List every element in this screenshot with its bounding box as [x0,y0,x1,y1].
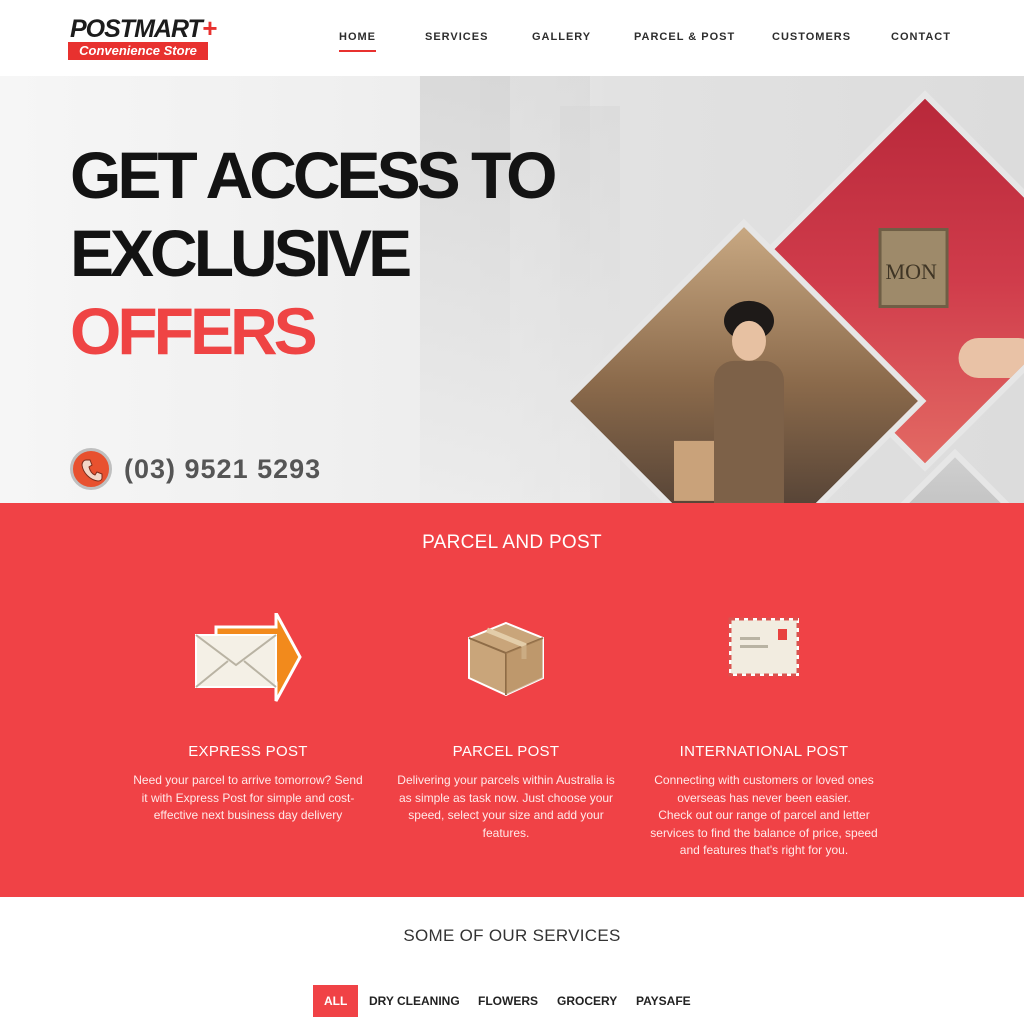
card-description-line: Need your parcel to arrive tomorrow? Sen… [133,773,363,787]
tab-flowers[interactable]: FLOWERS [478,985,538,1017]
card-title: PARCEL POST [452,743,560,760]
card-description: Need your parcel to arrive tomorrow? Sen… [118,772,378,825]
nav-contact[interactable]: CONTACT [891,31,951,43]
nav-gallery[interactable]: GALLERY [532,31,591,43]
phone-icon [70,448,112,490]
card-description: Delivering your parcels within Australia… [376,772,636,842]
card-description-line: speed, select your size and add your [408,808,604,822]
coat-shape [714,360,784,503]
card-title: INTERNATIONAL POST [679,743,849,760]
hero-banner: GET ACCESS TO EXCLUSIVE OFFERS (03) 9521… [0,76,1024,503]
site-header: POSTMART+ Convenience Store HOME SERVICE… [0,0,1024,76]
hero-headline-accent: OFFERS [70,294,318,368]
tab-paysafe[interactable]: PAYSAFE [636,985,691,1017]
airmail-envelope-icon [634,613,894,703]
hero-headline-line1: GET ACCESS TO [70,138,557,212]
nav-customers[interactable]: CUSTOMERS [772,31,851,43]
card-description-line: services to find the balance of price, s… [650,825,878,840]
logo-tagline: Convenience Store [68,42,208,60]
tab-grocery[interactable]: GROCERY [557,985,617,1017]
logo-wordmark: POSTMART+ [70,13,217,43]
services-heading: SOME OF OUR SERVICES [403,926,621,945]
card-description: Connecting with customers or loved ones … [634,772,894,860]
nav-parcel-post[interactable]: PARCEL & POST [634,31,735,43]
card-description-line: it with Express Post for simple and cost… [141,790,355,805]
nav-services[interactable]: SERVICES [425,31,488,43]
face-shape [732,320,766,361]
parcel-post-section: PARCEL AND POST EXPRESS POST Need your p… [0,503,1024,897]
parcel-heading: PARCEL AND POST [422,532,602,553]
hand-photo [958,338,1024,379]
express-post-card[interactable]: EXPRESS POST Need your parcel to arrive … [118,612,378,825]
mailbox-plate-text: MON [885,259,937,285]
postmart-logo[interactable]: POSTMART+ Convenience Store [68,14,217,62]
card-description-line: overseas has never been easier. [677,790,851,805]
shopping-bag-shape [674,440,714,501]
parcel-box-icon [376,613,636,703]
card-description-line: effective next business day delivery [153,808,343,822]
international-post-card[interactable]: INTERNATIONAL POST Connecting with custo… [634,613,894,860]
card-description-line: Check out our range of parcel and letter [658,808,870,822]
card-description-line: Connecting with customers or loved ones [654,773,874,787]
hero-headline-line2: EXCLUSIVE [70,216,412,290]
hero-headline: GET ACCESS TO EXCLUSIVE OFFERS [70,136,557,370]
tab-all[interactable]: ALL [313,985,359,1017]
card-title: EXPRESS POST [188,743,308,760]
express-envelope-icon [118,612,378,703]
card-description-line: Delivering your parcels within Australia… [397,773,615,787]
tab-dry-cleaning[interactable]: DRY CLEANING [369,985,460,1017]
mailbox-plate: MON [878,228,949,309]
parcel-post-card[interactable]: PARCEL POST Delivering your parcels with… [376,613,636,842]
card-description-line: and features that's right for you. [679,843,849,857]
card-description-line: features. [482,825,530,840]
phone-number[interactable]: (03) 9521 5293 [124,454,321,485]
nav-home[interactable]: HOME [339,31,376,52]
card-description-line: as simple as task now. Just choose your [398,790,614,805]
